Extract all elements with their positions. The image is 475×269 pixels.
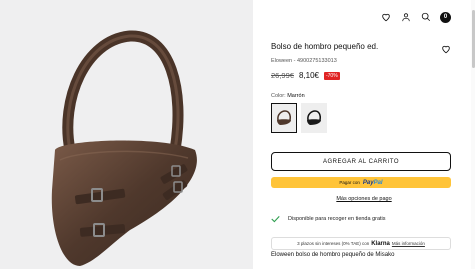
color-swatches (271, 103, 327, 133)
paypal-prefix: Pagar con (339, 180, 360, 185)
check-icon (271, 215, 280, 223)
paypal-logo: PayPal (363, 180, 383, 186)
product-image[interactable] (0, 0, 253, 269)
product-reference: Eloween - 4900275133013 (271, 58, 337, 64)
paypal-button[interactable]: Pagar con PayPal (271, 177, 451, 188)
scrollbar-thumb[interactable] (471, 10, 475, 68)
color-value: Marrón (287, 93, 305, 99)
klarna-logo: Klarna (371, 240, 390, 247)
sale-price: 8,10€ (298, 71, 319, 80)
bag-illustration (51, 30, 197, 266)
pickup-text: Disponible para recoger en tienda gratis (288, 216, 386, 222)
wishlist-heart-icon[interactable] (441, 41, 451, 59)
swatch-brown[interactable] (271, 103, 297, 133)
paypal-logo-pal: Pal (373, 179, 383, 186)
header-icons: 0 (380, 11, 451, 23)
more-payment-options-link[interactable]: Más opciones de pago (253, 196, 475, 202)
heart-icon[interactable] (380, 11, 392, 23)
color-label-text: Color: (271, 93, 288, 99)
add-to-cart-button[interactable]: AGREGAR AL CARRITO (271, 152, 451, 171)
product-title: Bolso de hombro pequeño ed. (271, 42, 379, 51)
klarna-text: 3 plazos sin intereses (0% TAE) con (297, 241, 370, 246)
swatch-black[interactable] (301, 103, 327, 133)
cart-icon[interactable]: 0 (440, 11, 451, 23)
discount-badge: -70% (323, 71, 340, 80)
paypal-logo-pay: Pay (362, 179, 374, 186)
search-icon[interactable] (420, 11, 432, 23)
color-label: Color: Marrón (271, 93, 305, 99)
klarna-installments: 3 plazos sin intereses (0% TAE) con Klar… (271, 237, 451, 250)
product-info-panel: 0 Bolso de hombro pequeño ed. Eloween - … (253, 0, 475, 269)
store-pickup-info: Disponible para recoger en tienda gratis (271, 215, 386, 223)
brown-bag-thumbnail (277, 110, 291, 125)
user-icon[interactable] (400, 11, 412, 23)
scrollbar[interactable] (471, 0, 475, 269)
product-description-title: Eloween bolso de hombro pequeño de Misak… (271, 252, 395, 258)
black-bag-thumbnail (307, 110, 321, 125)
price-row: 26,99€ 8,10€ -70% (271, 71, 340, 80)
old-price: 26,99€ (271, 71, 294, 80)
klarna-info-link[interactable]: Más información (392, 241, 425, 246)
